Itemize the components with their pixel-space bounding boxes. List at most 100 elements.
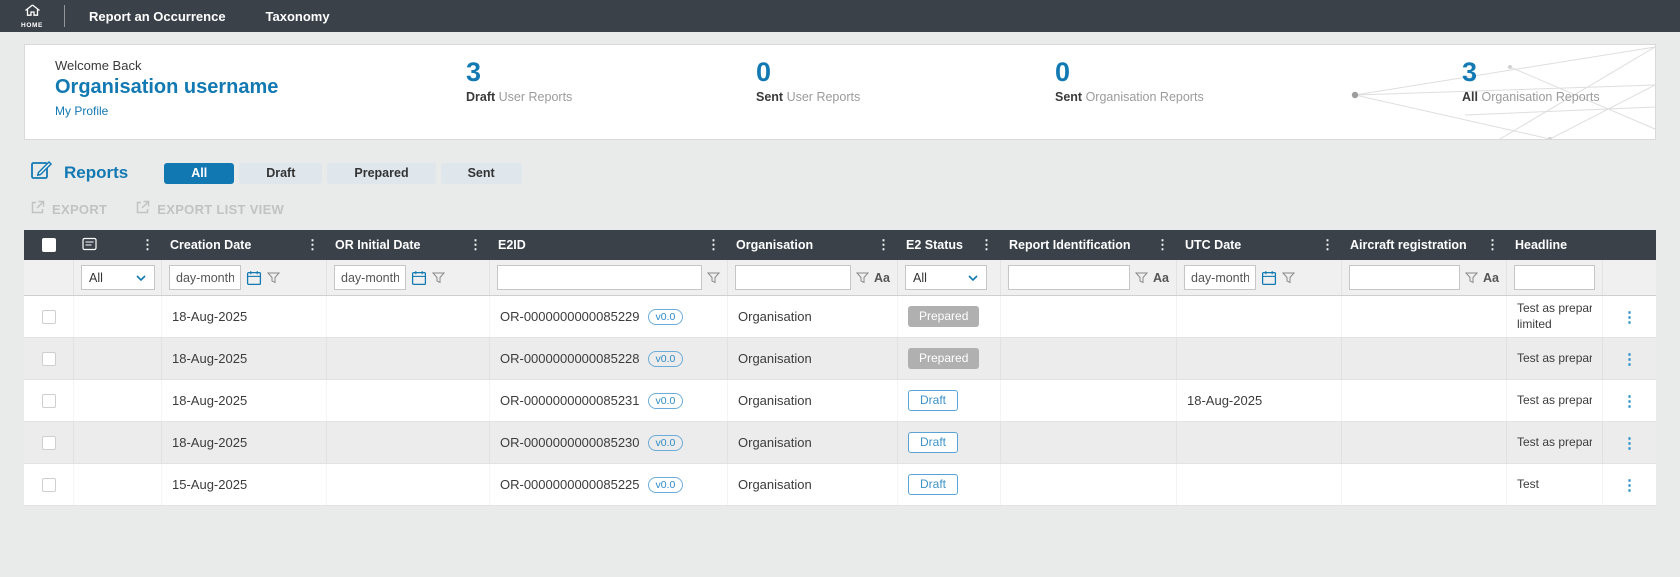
column-menu-icon[interactable]: ⋮: [1486, 237, 1499, 253]
creation-date-filter-input[interactable]: [169, 265, 241, 290]
version-badge[interactable]: v0.0: [648, 309, 684, 325]
filter-funnel-icon[interactable]: [432, 272, 445, 284]
version-badge[interactable]: v0.0: [648, 477, 684, 493]
utc-date-filter-input[interactable]: [1184, 265, 1256, 290]
row-menu-icon[interactable]: ⋮: [1622, 434, 1637, 452]
stat-value: 3: [1462, 57, 1600, 88]
filter-funnel-icon[interactable]: [1465, 272, 1478, 284]
column-menu-icon[interactable]: ⋮: [306, 237, 319, 253]
case-sensitivity-toggle[interactable]: Aa: [1483, 271, 1499, 285]
column-menu-icon[interactable]: ⋮: [877, 237, 890, 253]
report-identification-cell: [1001, 464, 1177, 505]
headline-text: Test as prepara: [1517, 351, 1592, 367]
row-checkbox[interactable]: [42, 352, 56, 366]
report-identification-filter-input[interactable]: [1008, 265, 1130, 290]
my-profile-link[interactable]: My Profile: [55, 104, 108, 118]
filter-funnel-icon[interactable]: [856, 272, 869, 284]
aircraft-registration-cell: [1342, 296, 1507, 337]
e2id-value: OR-0000000000085229: [500, 309, 640, 324]
aircraft-registration-cell: [1342, 464, 1507, 505]
e2-status-filter-select[interactable]: All: [905, 265, 987, 290]
utc-date-cell: [1177, 338, 1342, 379]
report-identification-cell: [1001, 296, 1177, 337]
type-filter-select[interactable]: All: [81, 265, 155, 290]
tab-prepared[interactable]: Prepared: [327, 163, 435, 184]
row-checkbox[interactable]: [42, 478, 56, 492]
row-checkbox[interactable]: [42, 310, 56, 324]
headline-cell: Test as prepara: [1507, 380, 1603, 421]
e2id-cell: OR-0000000000085228 v0.0: [490, 338, 728, 379]
headline-filter-input[interactable]: [1514, 265, 1595, 290]
report-identification-cell: [1001, 338, 1177, 379]
stat-sent-user-reports: 0 Sent User Reports: [756, 57, 860, 104]
export-list-view-button[interactable]: EXPORT LIST VIEW: [135, 200, 284, 218]
aircraft-registration-cell: [1342, 338, 1507, 379]
filter-funnel-icon[interactable]: [267, 272, 280, 284]
row-checkbox[interactable]: [42, 394, 56, 408]
tab-sent[interactable]: Sent: [441, 163, 522, 184]
utc-date-cell: [1177, 296, 1342, 337]
utc-date-cell: 18-Aug-2025: [1177, 380, 1342, 421]
column-menu-icon[interactable]: ⋮: [707, 237, 720, 253]
export-list-label: EXPORT LIST VIEW: [157, 202, 284, 217]
row-menu-icon[interactable]: ⋮: [1622, 350, 1637, 368]
creation-date-cell: 15-Aug-2025: [162, 464, 327, 505]
column-header-label: OR Initial Date: [335, 238, 420, 252]
table-row: 18-Aug-2025 OR-0000000000085231 v0.0 Org…: [24, 380, 1656, 422]
status-badge: Draft: [908, 432, 958, 452]
row-menu-icon[interactable]: ⋮: [1622, 476, 1637, 494]
tab-draft[interactable]: Draft: [239, 163, 322, 184]
organisation-cell: Organisation: [728, 422, 898, 463]
welcome-greeting: Welcome Back: [55, 58, 278, 73]
stat-label-bold: Sent: [756, 90, 783, 104]
column-menu-icon[interactable]: ⋮: [141, 237, 154, 253]
welcome-card: Welcome Back Organisation username My Pr…: [24, 44, 1656, 140]
row-menu-icon[interactable]: ⋮: [1622, 308, 1637, 326]
e2id-value: OR-0000000000085225: [500, 477, 640, 492]
version-badge[interactable]: v0.0: [648, 351, 684, 367]
column-header-label: UTC Date: [1185, 238, 1241, 252]
filter-funnel-icon[interactable]: [707, 272, 720, 284]
welcome-block: Welcome Back Organisation username My Pr…: [55, 58, 278, 120]
calendar-icon[interactable]: [411, 270, 427, 286]
column-header-label: Organisation: [736, 238, 813, 252]
reports-header: Reports All Draft Prepared Sent: [30, 162, 1680, 184]
utc-date-cell: [1177, 464, 1342, 505]
filter-funnel-icon[interactable]: [1282, 272, 1295, 284]
case-sensitivity-toggle[interactable]: Aa: [1153, 271, 1169, 285]
calendar-icon[interactable]: [1261, 270, 1277, 286]
or-initial-date-filter-input[interactable]: [334, 265, 406, 290]
export-button[interactable]: EXPORT: [30, 200, 107, 218]
aircraft-registration-filter-input[interactable]: [1349, 265, 1460, 290]
headline-cell: Test as prepara limited: [1507, 296, 1603, 337]
home-icon: [24, 3, 41, 21]
tab-all[interactable]: All: [164, 163, 234, 184]
column-menu-icon[interactable]: ⋮: [469, 237, 482, 253]
e2id-filter-input[interactable]: [497, 265, 702, 290]
status-badge: Draft: [908, 474, 958, 494]
case-sensitivity-toggle[interactable]: Aa: [874, 271, 890, 285]
column-menu-icon[interactable]: ⋮: [1321, 237, 1334, 253]
nav-report-an-occurrence[interactable]: Report an Occurrence: [89, 9, 226, 24]
table-row: 18-Aug-2025 OR-0000000000085228 v0.0 Org…: [24, 338, 1656, 380]
aircraft-registration-cell: [1342, 380, 1507, 421]
type-filter-value: All: [89, 271, 103, 285]
status-badge: Prepared: [908, 306, 979, 326]
utc-date-cell: [1177, 422, 1342, 463]
version-badge[interactable]: v0.0: [648, 435, 684, 451]
column-menu-icon[interactable]: ⋮: [1156, 237, 1169, 253]
organisation-filter-input[interactable]: [735, 265, 851, 290]
row-menu-icon[interactable]: ⋮: [1622, 392, 1637, 410]
stat-label-rest: Organisation Reports: [1086, 90, 1204, 104]
headline-cell: Test as prepara: [1507, 422, 1603, 463]
column-menu-icon[interactable]: ⋮: [980, 237, 993, 253]
select-all-checkbox[interactable]: [42, 238, 56, 252]
table-filter-row: All: [24, 260, 1656, 296]
filter-funnel-icon[interactable]: [1135, 272, 1148, 284]
table-header-row: ⋮ Creation Date⋮ OR Initial Date⋮ E2ID⋮ …: [24, 230, 1656, 260]
version-badge[interactable]: v0.0: [648, 393, 684, 409]
calendar-icon[interactable]: [246, 270, 262, 286]
row-checkbox[interactable]: [42, 436, 56, 450]
nav-taxonomy[interactable]: Taxonomy: [266, 9, 330, 24]
nav-home-button[interactable]: HOME: [0, 0, 64, 32]
